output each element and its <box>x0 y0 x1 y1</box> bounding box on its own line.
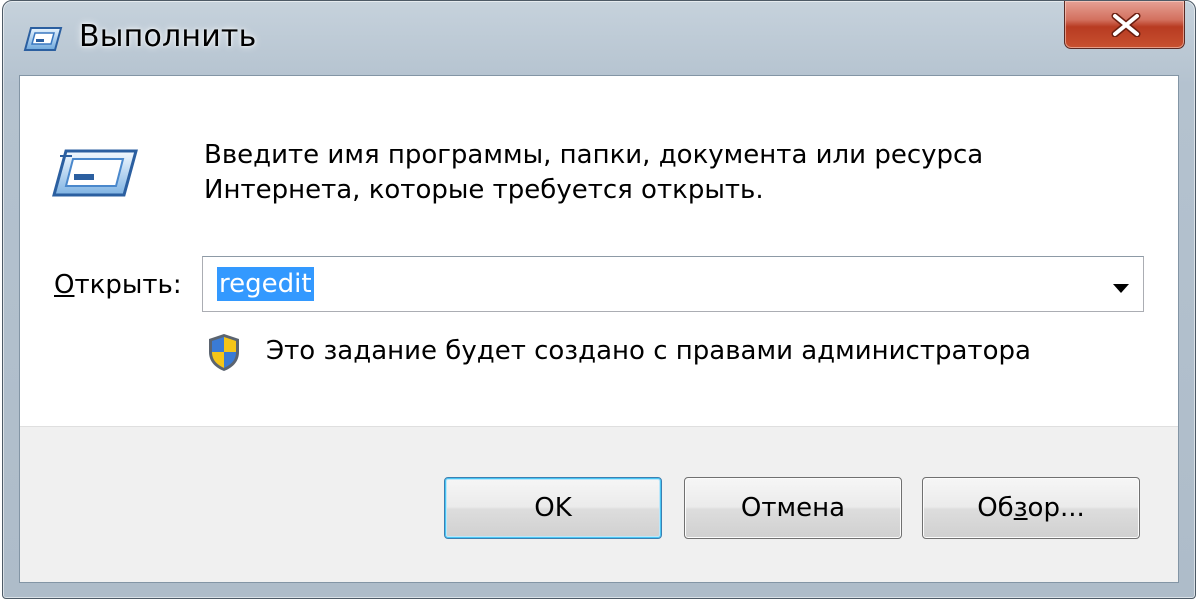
dropdown-arrow-icon[interactable] <box>1113 279 1129 298</box>
admin-notice: Это задание будет создано с правами адми… <box>266 336 1031 366</box>
ok-button[interactable]: OK <box>444 477 662 539</box>
instruction-line-2: Интернета, которые требуется открыть. <box>204 175 764 205</box>
open-input-value[interactable]: regedit <box>217 267 314 301</box>
instruction-text: Введите имя программы, папки, документа … <box>204 138 1104 208</box>
open-label: Открыть: <box>54 270 182 300</box>
dialog-body: Введите имя программы, папки, документа … <box>19 75 1179 583</box>
browse-label-accelerator: з <box>1013 493 1028 523</box>
browse-button[interactable]: Обзор... <box>922 477 1140 539</box>
open-label-text: ткрыть: <box>74 270 182 300</box>
close-button[interactable] <box>1064 1 1185 49</box>
run-dialog-window: Выполнить Введите имя программы, папки, … <box>2 0 1196 599</box>
browse-label-part2: ор... <box>1027 493 1085 523</box>
title-bar[interactable]: Выполнить <box>3 1 1195 75</box>
cancel-button[interactable]: Отмена <box>684 477 902 539</box>
window-title: Выполнить <box>79 19 257 54</box>
open-label-accelerator: О <box>54 270 75 300</box>
run-program-icon <box>52 148 138 198</box>
ok-button-label: OK <box>534 493 572 523</box>
run-icon <box>23 25 63 53</box>
close-icon <box>1111 13 1141 37</box>
cancel-button-label: Отмена <box>740 493 846 523</box>
browse-button-label: Обзор... <box>977 493 1085 523</box>
instruction-line-1: Введите имя программы, папки, документа … <box>204 140 984 170</box>
open-combobox[interactable]: regedit <box>202 256 1144 312</box>
button-bar: OK Отмена Обзор... <box>20 426 1178 582</box>
uac-shield-icon <box>206 332 242 372</box>
browse-label-part1: Об <box>977 493 1014 523</box>
